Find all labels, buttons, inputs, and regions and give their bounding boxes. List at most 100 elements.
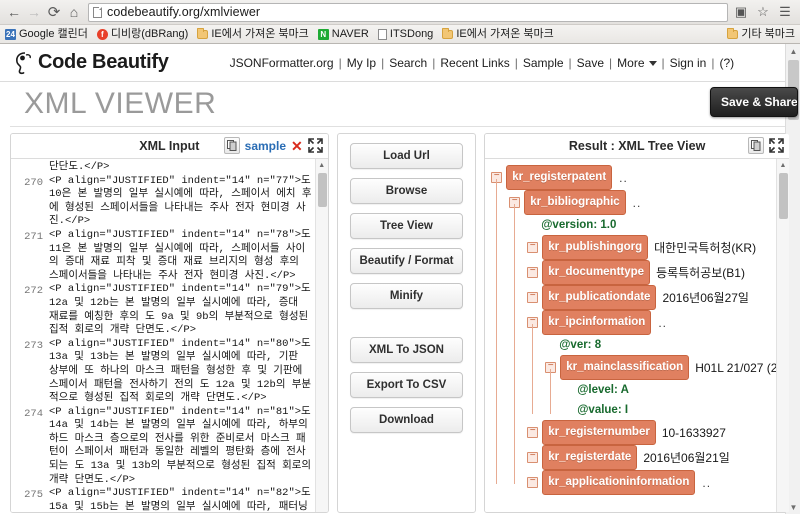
xml-source-text[interactable]: 단단도.</P> <P align="JUSTIFIED" indent="14"… [49,159,328,512]
collapse-toggle-icon[interactable]: − [527,292,539,303]
tree-connector-line [550,369,552,414]
xml-to-json-button[interactable]: XML To JSON [349,337,463,363]
sample-link[interactable]: sample [245,139,286,153]
export-to-csv-button[interactable]: Export To CSV [349,372,463,398]
code-line: 단단도.</P> [49,161,110,173]
tree-connector-line [532,324,534,414]
nav-save[interactable]: Save [572,56,609,70]
tree-view-button[interactable]: Tree View [349,213,463,239]
forward-arrow-icon[interactable]: → [24,2,44,22]
home-icon[interactable]: ⌂ [64,2,84,22]
tree-attribute-name: @value: [577,404,622,416]
tree-scrollbar[interactable]: ▲ [776,159,789,512]
tree-tag-name[interactable]: kr_registerpatent [506,165,613,190]
site-logo-text: Code Beautify [38,51,169,73]
tree-tag-name[interactable]: kr_mainclassification [560,355,690,380]
close-x-icon[interactable]: ✕ [291,139,303,153]
collapse-toggle-icon[interactable]: − [527,267,539,278]
tree-node: − kr_publicationdate 2016년06월27일 [485,285,789,310]
tree-connector-line [496,179,498,484]
collapse-toggle-icon[interactable]: − [527,242,539,253]
tree-tag-name[interactable]: kr_registernumber [542,420,656,445]
collapse-toggle-icon[interactable]: − [527,452,539,463]
nav-sample[interactable]: Sample [518,56,569,70]
tree-attribute-name: @version: [541,219,598,231]
browse-button[interactable]: Browse [349,178,463,204]
tree-scrollbar-thumb[interactable] [779,173,788,219]
hamburger-menu-icon[interactable]: ☰ [776,3,794,21]
xml-tree-view[interactable]: − kr_registerpatent.. − kr_bibliographic.. @… [485,159,789,512]
tree-tag-name[interactable]: kr_ipcinformation [542,310,652,335]
bookmark-item-naver[interactable]: N NAVER [317,28,369,40]
copy-icon[interactable] [748,137,764,154]
scroll-up-arrow-icon[interactable]: ▲ [316,159,328,172]
bookmark-item-ie-imported-2[interactable]: IE에서 가져온 북마크 [442,28,554,40]
bookmark-item-google-calendar[interactable]: 24 Google 캘린더 [5,28,88,40]
tree-tag-name[interactable]: kr_registerdate [542,445,638,470]
site-header: Code Beautify JSONFormatter.org | My Ip | … [0,44,800,82]
browser-navigation-bar: ← → ⟳ ⌂ codebeautify.org/xmlviewer ▣ ☆ ☰ [0,0,800,24]
reload-icon[interactable]: ⟳ [44,2,64,22]
minify-button[interactable]: Minify [349,283,463,309]
tree-tag-name[interactable]: kr_publishingorg [542,235,649,260]
nav-jsonformatter[interactable]: JSONFormatter.org [225,56,339,70]
result-header: Result : XML Tree View [485,134,789,159]
tree-node-ellipsis: .. [658,315,668,330]
page-content: ▲ ▼ Code Beautify JSONFormatter.org | My … [0,44,800,514]
scroll-up-arrow-icon[interactable]: ▲ [777,159,789,172]
translate-icon[interactable]: ▣ [732,3,750,21]
tree-node-ellipsis: .. [632,195,642,210]
code-line: <P align="JUSTIFIED" indent="14" n="80">… [49,337,312,405]
nav-sign-in[interactable]: Sign in [665,56,712,70]
actions-list: Load Url Browse Tree View Beautify / For… [338,134,475,433]
tree-attribute-name: @level: [577,384,618,396]
copy-icon[interactable] [223,137,240,154]
tree-tag-name[interactable]: kr_publicationdate [542,285,657,310]
bookmark-label: IE에서 가져온 북마크 [211,27,309,40]
nav-more-label: More [617,55,645,70]
xml-input-editor[interactable]: 270 271 272 273 274 275 단단도.</P> <P align="JUS… [11,159,328,512]
bookmark-item-ie-imported-1[interactable]: IE에서 가져온 북마크 [197,27,309,40]
naver-icon: N [317,28,329,40]
tree-node-value: 등록특허공보(B1) [656,265,745,280]
bookmark-item-dbrang[interactable]: f 디비랑(dBRang) [96,28,188,40]
nav-more[interactable]: More [612,56,661,70]
editor-scrollbar-thumb[interactable] [317,173,327,207]
tree-node: − kr_documenttype 등록특허공보(B1) [485,260,789,285]
scroll-up-arrow-icon[interactable]: ▲ [786,44,800,59]
tree-tag-name[interactable]: kr_documenttype [542,260,651,285]
calendar-icon: 24 [5,28,16,40]
browser-toolbar-right: ▣ ☆ ☰ [732,3,796,21]
address-bar[interactable]: codebeautify.org/xmlviewer [88,2,728,22]
download-button[interactable]: Download [349,407,463,433]
bookmark-item-other-bookmarks[interactable]: 기타 북마크 [727,28,795,40]
page-document-icon [93,6,102,18]
line-number: 270 [24,176,43,189]
nav-my-ip[interactable]: My Ip [342,56,381,70]
tree-node: − kr_registerdate 2016년06월21일 [485,445,789,470]
nav-search[interactable]: Search [384,56,432,70]
nav-recent-links[interactable]: Recent Links [435,56,514,70]
beautify-format-button[interactable]: Beautify / Format [349,248,463,274]
star-icon[interactable]: ☆ [754,3,772,21]
tree-node: − kr_ipcinformation.. [485,310,789,335]
bookmark-item-itsdong[interactable]: ITSDong [377,28,433,40]
result-tools [748,137,784,154]
back-arrow-icon[interactable]: ← [4,2,24,22]
collapse-toggle-icon[interactable]: − [527,427,539,438]
site-logo[interactable]: Code Beautify [14,51,169,75]
nav-help[interactable]: (?) [714,56,739,70]
fullscreen-icon[interactable] [307,138,323,153]
tree-tag-name[interactable]: kr_applicationinformation [542,470,696,495]
load-url-button[interactable]: Load Url [349,143,463,169]
editor-scrollbar[interactable]: ▲ [314,159,328,512]
save-and-share-button[interactable]: Save & Share [710,87,798,117]
tree-attribute: @ver: 8 [485,335,789,355]
folder-icon [727,28,739,39]
fullscreen-icon[interactable] [769,138,784,153]
collapse-toggle-icon[interactable]: − [527,477,539,488]
tree-tag-name[interactable]: kr_bibliographic [524,190,626,215]
codebeautify-logo-icon [14,51,36,75]
tree-node-value: 10-1633927 [661,425,726,440]
tree-connector-line [514,204,516,484]
